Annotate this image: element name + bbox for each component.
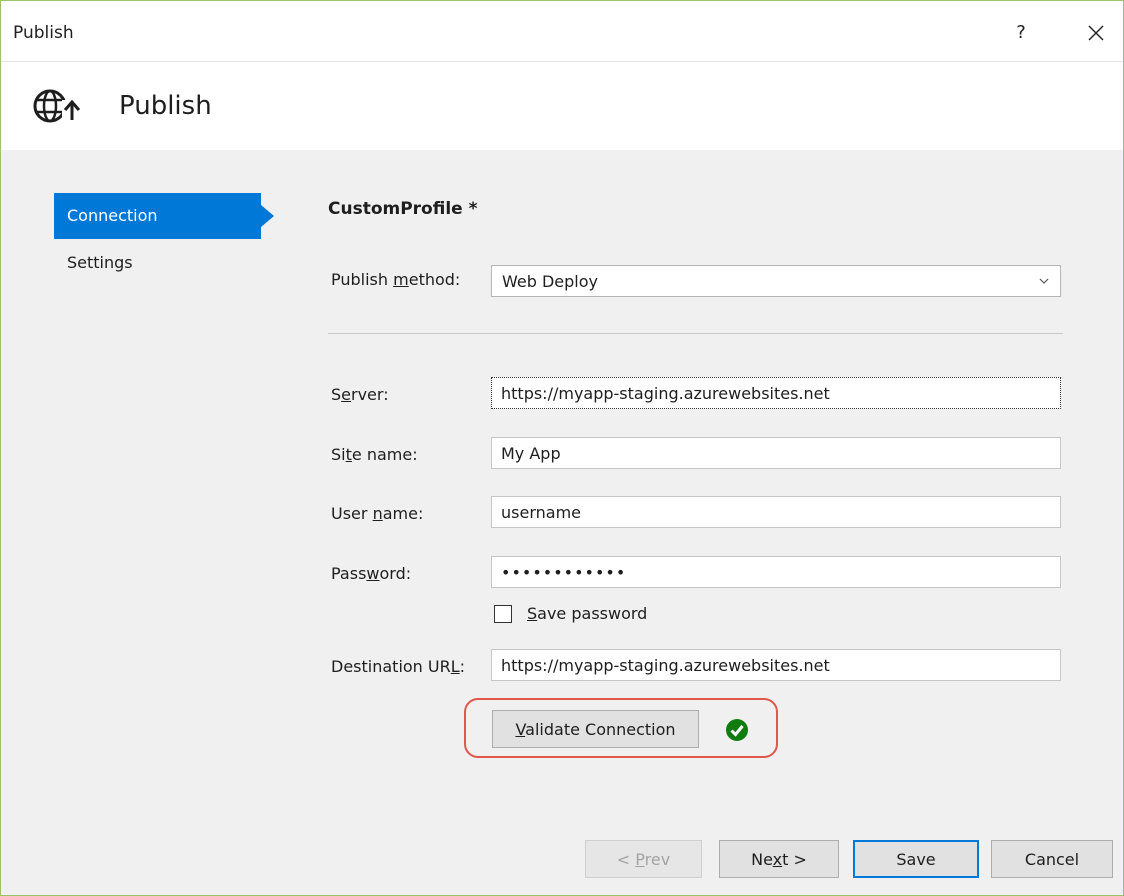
sidebar-nav: Connection Settings	[54, 193, 274, 281]
profile-title: CustomProfile *	[328, 199, 478, 219]
publish-method-select[interactable]: Web Deploy	[491, 265, 1061, 297]
publish-method-label: Publish method:	[331, 270, 461, 289]
save-password-label: Save password	[527, 604, 648, 623]
next-button[interactable]: Next >	[719, 840, 839, 878]
destination-url-label: Destination URL:	[331, 657, 466, 676]
user-name-input[interactable]	[491, 496, 1061, 528]
validate-connection-button[interactable]: Validate Connection	[492, 710, 699, 748]
site-name-input[interactable]	[491, 437, 1061, 469]
password-input[interactable]	[491, 556, 1061, 588]
sidebar-item-settings[interactable]: Settings	[54, 245, 274, 281]
server-label: Server:	[331, 385, 389, 404]
password-label: Password:	[331, 564, 412, 583]
window-title: Publish	[13, 23, 74, 43]
prev-button[interactable]: < Prev	[585, 840, 702, 878]
site-name-label: Site name:	[331, 445, 418, 464]
header-title: Publish	[119, 91, 212, 121]
title-bar: Publish ?	[1, 1, 1123, 62]
cancel-button[interactable]: Cancel	[991, 840, 1113, 878]
save-password-checkbox[interactable]	[494, 605, 512, 623]
close-icon	[1088, 25, 1104, 41]
help-icon: ?	[1016, 22, 1026, 43]
section-divider	[328, 333, 1063, 334]
sidebar-item-label: Settings	[67, 253, 133, 272]
close-button[interactable]	[1076, 15, 1116, 51]
publish-dialog: Publish ? Publish Connection Settings Cu…	[0, 0, 1124, 896]
sidebar-item-label: Connection	[67, 206, 158, 225]
user-name-label: User name:	[331, 504, 424, 523]
chevron-down-icon	[1039, 278, 1049, 284]
globe-publish-icon	[33, 89, 82, 124]
save-button[interactable]: Save	[853, 840, 979, 878]
success-check-icon	[726, 719, 748, 741]
server-input[interactable]	[491, 377, 1061, 409]
destination-url-input[interactable]	[491, 649, 1061, 681]
dialog-header: Publish	[1, 62, 1123, 150]
publish-method-value: Web Deploy	[502, 272, 598, 291]
help-button[interactable]: ?	[1006, 15, 1036, 51]
sidebar-item-connection[interactable]: Connection	[54, 193, 274, 239]
